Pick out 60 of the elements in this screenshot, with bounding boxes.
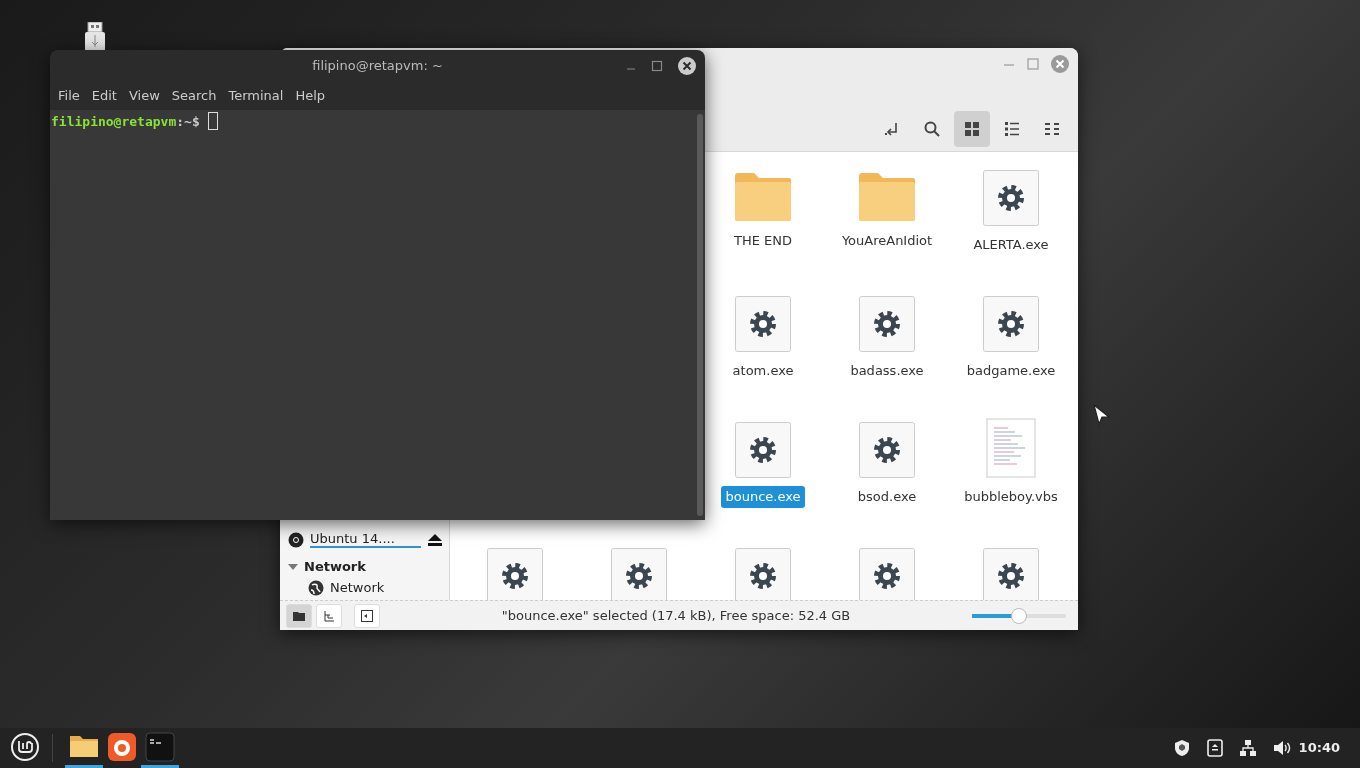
disc-icon	[288, 531, 304, 548]
shield-icon[interactable]	[1172, 739, 1191, 757]
file-name[interactable]: bubbleboy.vbs	[960, 486, 1062, 508]
places-button[interactable]	[286, 603, 312, 628]
maximize-icon[interactable]	[651, 60, 663, 72]
menu-item[interactable]: Help	[289, 82, 332, 110]
usb-drive-icon[interactable]	[84, 22, 106, 52]
menu-item[interactable]: Edit	[85, 82, 123, 110]
file-name[interactable]: atom.exe	[728, 360, 798, 382]
gear-icon[interactable]	[611, 548, 667, 600]
file-name[interactable]: YouAreAnIdiot	[837, 230, 937, 252]
gear-icon[interactable]	[735, 422, 791, 478]
gear-icon[interactable]	[735, 296, 791, 352]
menu-item[interactable]: File	[52, 82, 86, 110]
removable-drive-icon[interactable]	[1206, 739, 1223, 757]
prompt-path: :~$	[176, 113, 200, 131]
file-name[interactable]: badass.exe	[846, 360, 928, 382]
file-name[interactable]: bsod.exe	[853, 486, 921, 508]
terminal-icon	[145, 731, 175, 762]
gear-icon[interactable]	[487, 548, 543, 600]
sidebar-toggle-button[interactable]	[354, 603, 380, 628]
mint-logo-icon	[10, 731, 40, 762]
menu-item[interactable]: Terminal	[222, 82, 290, 110]
tree-icon	[323, 609, 335, 622]
sidebar-icon	[361, 609, 373, 622]
gear-icon[interactable]	[859, 422, 915, 478]
sidebar-item[interactable]: Network	[330, 580, 385, 596]
scrollbar-thumb[interactable]	[697, 114, 703, 516]
close-icon[interactable]	[677, 56, 697, 76]
volume-icon[interactable]	[1272, 739, 1291, 757]
expander-icon[interactable]	[288, 561, 298, 572]
gear-icon[interactable]	[859, 548, 915, 600]
network-icon	[308, 580, 324, 596]
view-button[interactable]	[954, 111, 990, 147]
file-name[interactable]: badgame.exe	[962, 360, 1060, 382]
browser-icon	[107, 731, 137, 762]
compact-view-icon	[1043, 120, 1061, 138]
status-text: "bounce.exe" selected (17.4 kB), Free space: 52.4 GB	[500, 606, 852, 625]
file-name[interactable]: THE END	[730, 230, 796, 252]
text-cursor	[207, 112, 218, 130]
menu-item[interactable]: View	[122, 82, 166, 110]
gear-icon[interactable]	[983, 296, 1039, 352]
list-view-icon	[1003, 120, 1021, 138]
gear-icon[interactable]	[735, 548, 791, 600]
file-name[interactable]: ALERTA.exe	[969, 234, 1053, 256]
folder-icon	[293, 610, 305, 621]
gear-icon[interactable]	[859, 296, 915, 352]
gear-icon[interactable]	[983, 170, 1039, 226]
window-title: filipino@retapvm: ~	[312, 57, 443, 76]
eject-icon[interactable]	[427, 532, 443, 547]
grid-view-icon	[963, 120, 981, 138]
prompt-user: filipino@retapvm	[51, 113, 177, 131]
gear-icon[interactable]	[983, 548, 1039, 600]
menu-item[interactable]: Search	[165, 82, 223, 110]
network-icon[interactable]	[1238, 739, 1257, 757]
search-icon[interactable]	[923, 120, 941, 138]
sidebar-item[interactable]: Ubuntu 14....	[310, 530, 421, 549]
clock[interactable]: 10:40	[1298, 738, 1340, 758]
section-header: Network	[304, 557, 366, 576]
mouse-pointer-icon	[1093, 404, 1111, 426]
